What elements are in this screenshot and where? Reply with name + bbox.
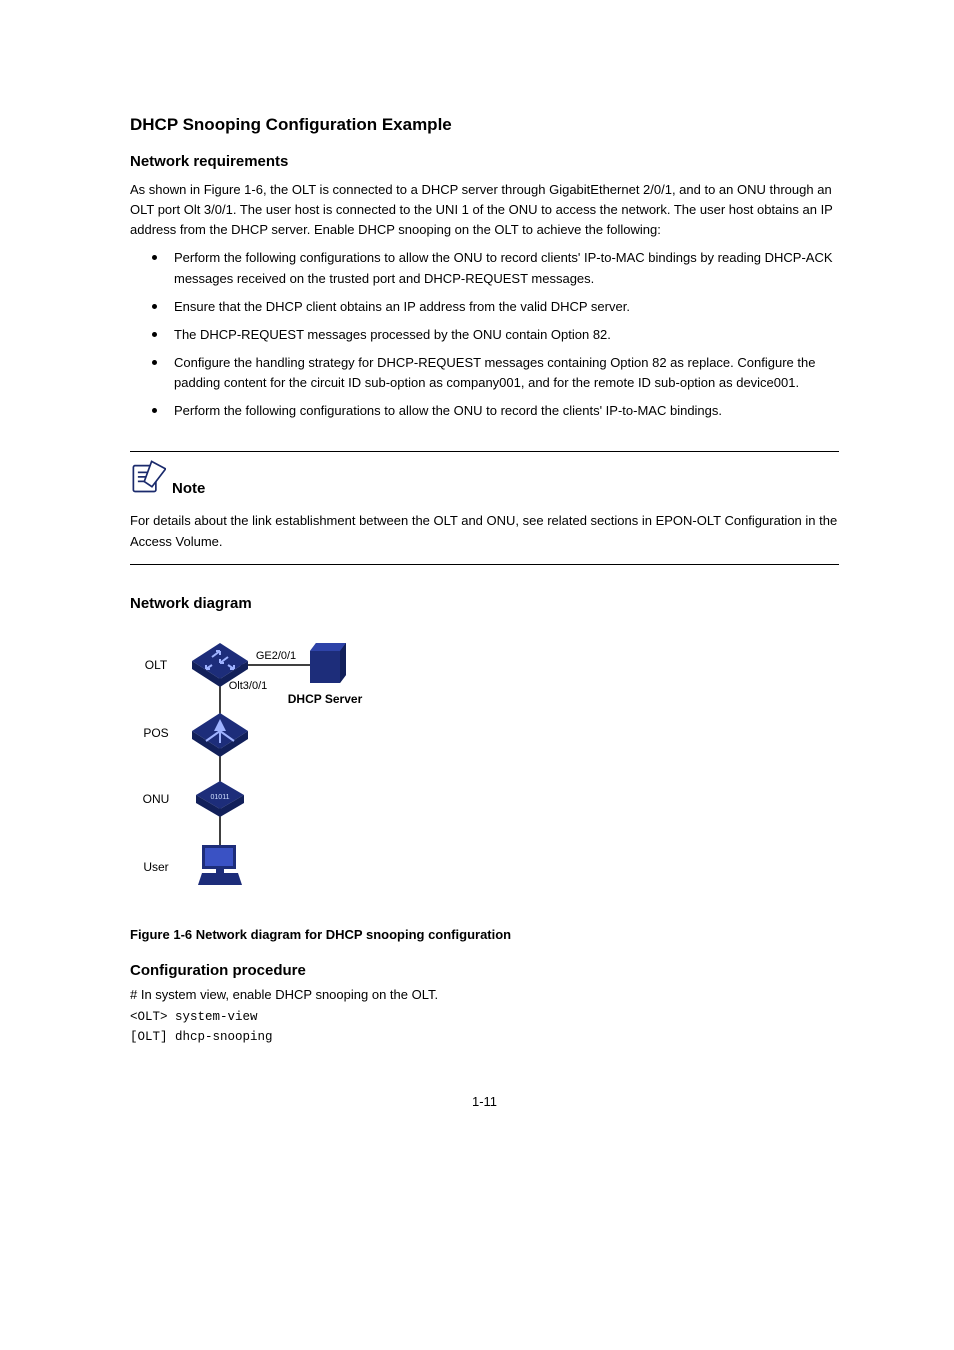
list-item: Perform the following configurations to … bbox=[152, 401, 839, 421]
olt-label: OLT bbox=[145, 658, 168, 672]
olt-port-label: Olt3/0/1 bbox=[229, 680, 268, 692]
note-head: Note bbox=[130, 452, 839, 505]
pos-label: POS bbox=[143, 726, 168, 740]
note-block: Note For details about the link establis… bbox=[130, 451, 839, 564]
config-procedure-heading: Configuration procedure bbox=[130, 962, 839, 979]
user-label: User bbox=[143, 860, 168, 874]
requirement-list: Perform the following configurations to … bbox=[130, 248, 839, 421]
ge-port-label: GE2/0/1 bbox=[256, 650, 296, 662]
list-item: Ensure that the DHCP client obtains an I… bbox=[152, 297, 839, 317]
cli-line: [OLT] dhcp-snooping bbox=[130, 1028, 839, 1046]
note-body: For details about the link establishment… bbox=[130, 511, 839, 551]
figure-caption: Figure 1-6 Network diagram for DHCP snoo… bbox=[130, 927, 839, 942]
list-item: The DHCP-REQUEST messages processed by t… bbox=[152, 325, 839, 345]
network-requirements-heading: Network requirements bbox=[130, 153, 839, 170]
section-title: DHCP Snooping Configuration Example bbox=[130, 115, 839, 135]
cli-line: <OLT> system-view bbox=[130, 1008, 839, 1026]
page-number: 1-11 bbox=[130, 1094, 839, 1109]
nr-intro: As shown in Figure 1-6, the OLT is conne… bbox=[130, 180, 839, 240]
note-label: Note bbox=[172, 480, 205, 501]
divider bbox=[130, 564, 839, 565]
config-step: # In system view, enable DHCP snooping o… bbox=[130, 987, 839, 1002]
svg-text:01011: 01011 bbox=[211, 794, 230, 801]
list-item: Configure the handling strategy for DHCP… bbox=[152, 353, 839, 393]
onu-label: ONU bbox=[143, 792, 170, 806]
network-diagram-heading: Network diagram bbox=[130, 595, 839, 612]
note-icon bbox=[130, 460, 166, 501]
list-item: Perform the following configurations to … bbox=[152, 248, 839, 288]
dhcp-server-label: DHCP Server bbox=[288, 692, 363, 706]
network-diagram: 01011 OLT POS ONU User DHCP Server GE2/0… bbox=[130, 627, 390, 917]
